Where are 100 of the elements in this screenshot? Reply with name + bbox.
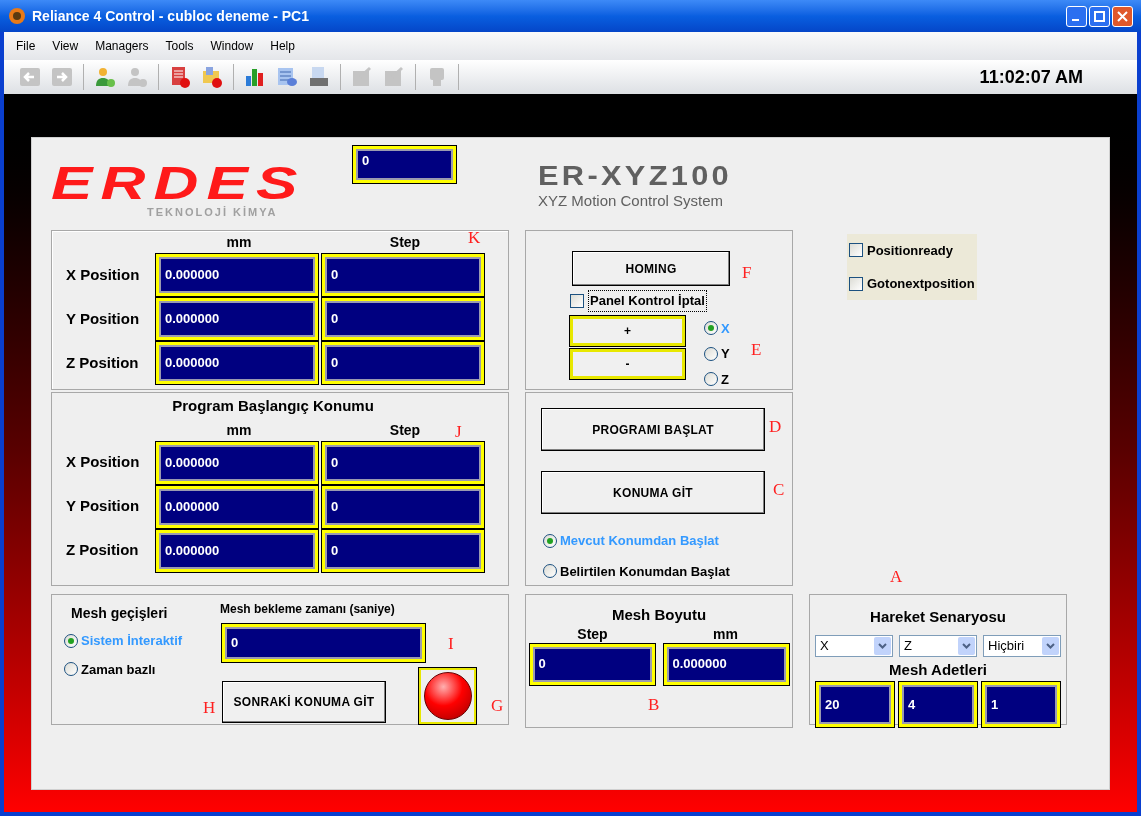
- jog-button[interactable]: +: [570, 315, 685, 346]
- annotation-letter: J: [455, 423, 462, 440]
- radio-label: Y: [721, 345, 730, 363]
- value-field[interactable]: 0: [353, 146, 456, 183]
- annotation-letter: I: [448, 635, 454, 652]
- checkbox[interactable]: [849, 243, 863, 258]
- value-field[interactable]: 0.000000: [156, 342, 318, 384]
- radio-button[interactable]: [543, 533, 557, 548]
- value-field[interactable]: 0: [322, 254, 484, 296]
- value-field[interactable]: 20: [816, 682, 894, 727]
- menu-item[interactable]: Help: [270, 37, 295, 55]
- panel-title: Mesh Boyutu: [611, 605, 707, 625]
- radio-label: Sistem İnteraktif: [81, 632, 183, 650]
- value-field[interactable]: 0.000000: [156, 254, 318, 296]
- value-field[interactable]: 0: [322, 342, 484, 384]
- value-field[interactable]: 0.000000: [156, 485, 318, 528]
- value-field[interactable]: 0: [322, 485, 484, 528]
- value-field[interactable]: 0.000000: [156, 529, 318, 572]
- user-add-icon[interactable]: [93, 65, 117, 89]
- panel-title: Mesh Adetleri: [889, 659, 987, 680]
- command-button[interactable]: PROGRAMI BAŞLAT: [541, 408, 765, 451]
- panel-title: Program Başlangıç Konumu: [172, 396, 374, 416]
- minimize-icon: [1071, 19, 1079, 21]
- value-field[interactable]: 0: [529, 643, 655, 685]
- annotation-letter: K: [468, 229, 481, 246]
- chevron-down-icon: [1046, 642, 1055, 649]
- annotation-letter: E: [751, 341, 762, 358]
- checkbox-label: Panel Kontrol İptal: [588, 290, 707, 312]
- command-button[interactable]: KONUMA GİT: [541, 471, 765, 514]
- close-button[interactable]: [1112, 5, 1133, 27]
- company-logo: ERDES: [51, 162, 307, 204]
- annotation-letter: H: [203, 699, 216, 716]
- dropdown[interactable]: X: [815, 634, 893, 657]
- chevron-down-icon: [878, 642, 887, 649]
- command-button[interactable]: SONRAKİ KONUMA GİT: [222, 681, 386, 723]
- axis-label: X Position: [65, 452, 141, 473]
- dropdown[interactable]: Z: [899, 634, 977, 657]
- value-field[interactable]: 1: [982, 682, 1060, 727]
- annotation-letter: D: [769, 418, 782, 435]
- menu-item[interactable]: Tools: [165, 37, 194, 55]
- menu-item[interactable]: Managers: [95, 37, 149, 55]
- axis-label: X Position: [65, 264, 141, 285]
- radio-button[interactable]: [704, 372, 718, 387]
- printer-icon[interactable]: [307, 65, 331, 89]
- table-icon[interactable]: [275, 65, 299, 89]
- annotation-letter: B: [648, 696, 660, 713]
- folder-alert-icon[interactable]: [200, 65, 224, 89]
- product-name: ER-XYZ100: [538, 162, 734, 190]
- radio-button[interactable]: [704, 321, 718, 336]
- annotation-letter: G: [491, 697, 504, 714]
- value-field[interactable]: 0.000000: [663, 643, 789, 685]
- column-header: Step: [576, 626, 609, 641]
- command-button[interactable]: HOMING: [572, 251, 730, 286]
- maximize-button[interactable]: [1089, 5, 1110, 27]
- panel-title: Mesh geçişleri: [71, 604, 169, 623]
- field-label: Mesh bekleme zamanı (saniye): [220, 601, 396, 618]
- axis-label: Z Position: [65, 352, 140, 373]
- value-field[interactable]: 4: [899, 682, 977, 727]
- jog-button[interactable]: -: [570, 348, 685, 379]
- value-field[interactable]: 0.000000: [156, 298, 318, 340]
- column-header: mm: [712, 626, 739, 641]
- menu-item[interactable]: View: [52, 37, 79, 55]
- annotation-letter: C: [773, 481, 785, 498]
- clock: 11:02:07 AM: [979, 65, 1083, 89]
- menu-item[interactable]: File: [16, 37, 36, 55]
- window-title: Reliance 4 Control - cubloc deneme - PC1: [32, 6, 310, 26]
- close-icon: [1117, 10, 1128, 22]
- column-header: Step: [389, 420, 421, 440]
- radio-button[interactable]: [543, 564, 557, 579]
- value-field[interactable]: 0: [322, 441, 484, 484]
- maximize-icon: [1094, 10, 1105, 22]
- checkbox[interactable]: [570, 293, 584, 308]
- value-field[interactable]: 0: [222, 624, 425, 662]
- annotation-letter: F: [742, 264, 752, 281]
- radio-label: Belirtilen Konumdan Başlat: [560, 562, 730, 581]
- column-header: Step: [389, 233, 421, 252]
- chevron-down-icon: [962, 642, 971, 649]
- minimize-button[interactable]: [1066, 5, 1087, 27]
- radio-button[interactable]: [64, 633, 78, 648]
- value-field[interactable]: 0.000000: [156, 441, 318, 484]
- panel-title: Hareket Senaryosu: [870, 607, 1006, 627]
- axis-label: Z Position: [65, 540, 140, 561]
- company-tagline: TEKNOLOJİ KİMYA: [147, 205, 279, 220]
- dropdown[interactable]: Hiçbiri: [983, 634, 1061, 657]
- axis-label: Y Position: [65, 496, 141, 517]
- checkbox[interactable]: [849, 276, 863, 291]
- app-logo-icon: [8, 7, 26, 25]
- axis-label: Y Position: [65, 308, 141, 329]
- checkbox-label: Gotonextposition: [867, 275, 975, 293]
- radio-label: Z: [721, 370, 729, 389]
- radio-label: Zaman bazlı: [81, 660, 156, 679]
- radio-button[interactable]: [704, 346, 718, 361]
- value-field[interactable]: 0: [322, 298, 484, 340]
- menu-item[interactable]: Window: [210, 37, 254, 55]
- radio-label: X: [721, 319, 730, 338]
- value-field[interactable]: 0: [322, 529, 484, 572]
- radio-label: Mevcut Konumdan Başlat: [560, 532, 719, 550]
- column-header: mm: [226, 233, 252, 252]
- column-header: mm: [226, 420, 252, 440]
- radio-button[interactable]: [64, 662, 78, 677]
